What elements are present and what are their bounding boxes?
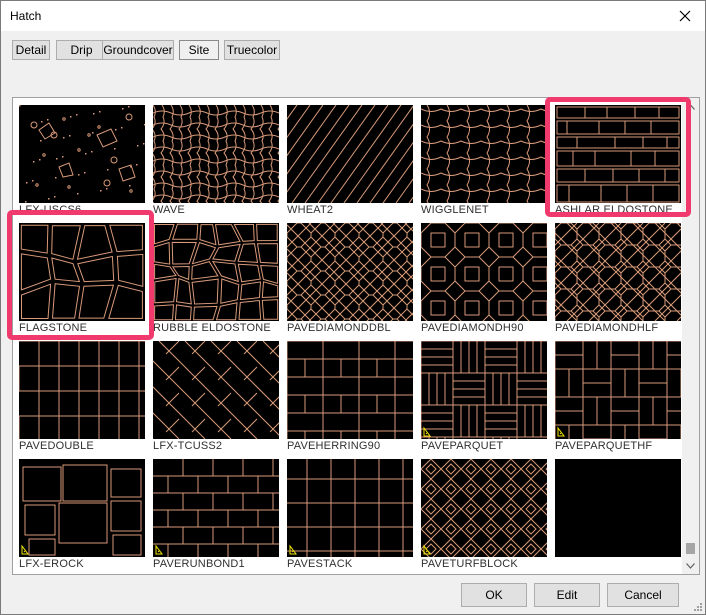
pattern-label: PAVESTACK: [287, 558, 353, 570]
pattern-swatch: [421, 105, 547, 203]
pattern-tile[interactable]: PAVEDOUBLE: [19, 341, 145, 459]
pattern-tile[interactable]: PAVETURFBLOCK: [421, 459, 547, 574]
pattern-label: LFX-EROCK: [19, 558, 84, 570]
pattern-label: WIGGLENET: [421, 204, 489, 216]
pattern-swatch: [153, 341, 279, 439]
pattern-tile[interactable]: PAVEPARQUETHF: [555, 341, 681, 459]
pattern-tile[interactable]: PAVERUNBOND1: [153, 459, 279, 574]
pattern-label: LFX-TCUSS2: [153, 440, 223, 452]
pattern-swatch: [153, 223, 279, 321]
highlight-box: [545, 97, 691, 217]
pattern-tile[interactable]: RUBBLE ELDOSTONE: [153, 223, 279, 341]
pattern-tile[interactable]: LFX-TCUSS2: [153, 341, 279, 459]
pattern-label: PAVEPARQUET: [421, 440, 504, 452]
pattern-swatch: [421, 223, 547, 321]
pattern-label: RUBBLE ELDOSTONE: [153, 322, 271, 334]
pattern-swatch: [287, 105, 413, 203]
pattern-label: PAVEDIAMONDHLF: [555, 322, 659, 334]
pattern-tile[interactable]: LFX-USCS6: [19, 105, 145, 223]
pattern-label: WHEAT2: [287, 204, 334, 216]
pattern-label: PAVEDIAMONDDBL: [287, 322, 391, 334]
pattern-swatch: [421, 341, 547, 439]
pattern-swatch: [19, 459, 145, 557]
pattern-tile[interactable]: PAVEPARQUET: [421, 341, 547, 459]
cancel-button[interactable]: Cancel: [607, 583, 679, 607]
pattern-tile[interactable]: LFX-EROCK: [19, 459, 145, 574]
resize-grip-icon[interactable]: [692, 601, 703, 612]
pattern-label: PAVEDIAMONDH90: [421, 322, 524, 334]
pattern-swatch: [19, 341, 145, 439]
pattern-swatch: [421, 459, 547, 557]
window-title: Hatch: [10, 9, 42, 23]
scroll-down-button[interactable]: [682, 557, 699, 574]
tab-detail[interactable]: Detail: [12, 40, 50, 60]
highlight-box: [7, 210, 154, 340]
pattern-swatch: [555, 341, 681, 439]
pattern-swatch: [555, 223, 681, 321]
pattern-swatch: [287, 459, 413, 557]
pattern-label: PAVEPARQUETHF: [555, 440, 653, 452]
pattern-swatch: [287, 223, 413, 321]
tab-site[interactable]: Site: [179, 40, 219, 60]
tab-truecolor[interactable]: Truecolor: [224, 40, 280, 60]
pattern-tile-empty[interactable]: [555, 459, 681, 574]
pattern-tile[interactable]: WIGGLENET: [421, 105, 547, 223]
tab-drip[interactable]: Drip: [56, 40, 107, 60]
pattern-tile[interactable]: PAVEDIAMONDHLF: [555, 223, 681, 341]
pattern-tile[interactable]: PAVEDIAMONDH90: [421, 223, 547, 341]
pattern-swatch: [19, 105, 145, 203]
pattern-label: PAVEHERRING90: [287, 440, 381, 452]
pattern-tile[interactable]: PAVEHERRING90: [287, 341, 413, 459]
pattern-label: PAVERUNBOND1: [153, 558, 245, 570]
hatch-dialog: Hatch Detail Drip Groundcover Site Truec…: [0, 0, 706, 615]
scroll-thumb[interactable]: [686, 543, 695, 554]
title-bar: Hatch: [1, 1, 705, 31]
pattern-tile[interactable]: PAVEDIAMONDDBL: [287, 223, 413, 341]
pattern-swatch: [555, 459, 681, 557]
pattern-tile[interactable]: WAVE: [153, 105, 279, 223]
pattern-label: WAVE: [153, 204, 185, 216]
pattern-swatch: [153, 459, 279, 557]
pattern-swatch: [287, 341, 413, 439]
close-button[interactable]: [665, 1, 705, 31]
pattern-tile[interactable]: PAVESTACK: [287, 459, 413, 574]
close-icon: [679, 10, 691, 22]
pattern-label: PAVEDOUBLE: [19, 440, 94, 452]
pattern-label: PAVETURFBLOCK: [421, 558, 518, 570]
chevron-down-icon: [686, 562, 695, 569]
tab-groundcover[interactable]: Groundcover: [102, 40, 174, 60]
pattern-swatch: [153, 105, 279, 203]
edit-button[interactable]: Edit: [534, 583, 600, 607]
ok-button[interactable]: OK: [461, 583, 527, 607]
pattern-tile[interactable]: WHEAT2: [287, 105, 413, 223]
